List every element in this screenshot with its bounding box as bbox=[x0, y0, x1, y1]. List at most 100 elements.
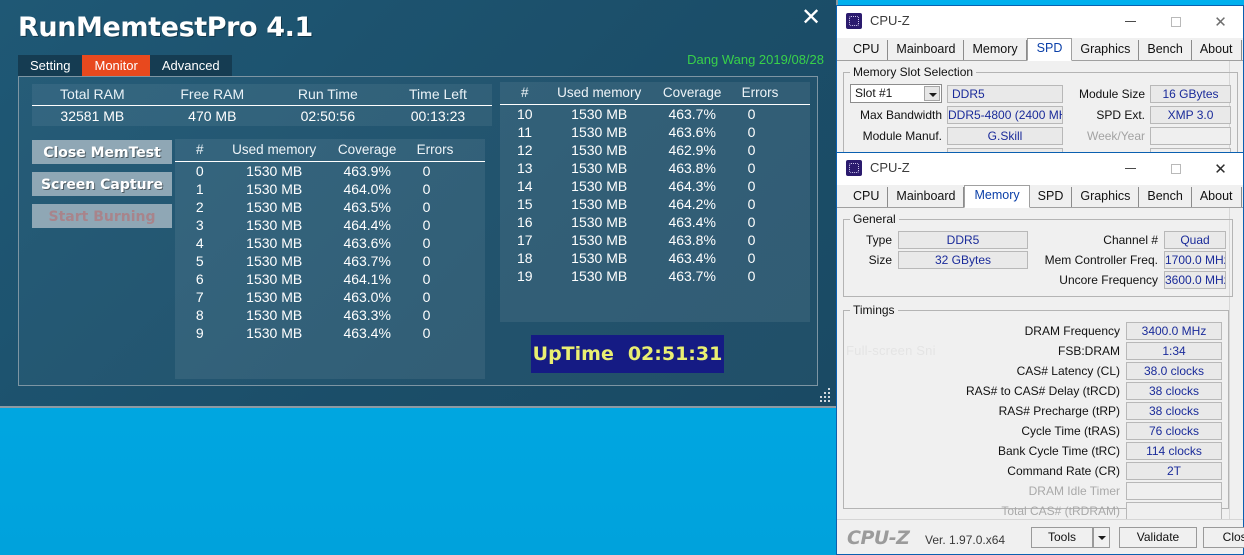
cell-errors: 0 bbox=[422, 289, 431, 305]
tab-graphics[interactable]: Graphics bbox=[1072, 187, 1140, 207]
close-icon[interactable]: ✕ bbox=[798, 6, 824, 32]
cell-index: 6 bbox=[195, 271, 204, 287]
slot-select-value: Slot #1 bbox=[855, 86, 893, 100]
chevron-down-icon[interactable] bbox=[924, 86, 940, 101]
minimize-icon[interactable] bbox=[1108, 153, 1153, 184]
cell-errors: 0 bbox=[422, 235, 431, 251]
cell-used-memory: 1530 MB bbox=[571, 196, 628, 212]
page-title: RunMemtestPro 4.1 bbox=[18, 12, 313, 43]
tools-dropdown-chevron-down-icon[interactable] bbox=[1093, 527, 1110, 548]
table-row: 17 1530 MB 463.8% 0 bbox=[500, 231, 810, 249]
cell-index: 4 bbox=[195, 235, 204, 251]
tab-about[interactable]: About bbox=[1192, 40, 1242, 60]
cell-errors: 0 bbox=[747, 178, 756, 194]
action-button-group: Close MemTest Screen Capture Start Burni… bbox=[32, 140, 172, 236]
tab-graphics[interactable]: Graphics bbox=[1072, 40, 1140, 60]
cell-index: 11 bbox=[517, 124, 533, 140]
cell-coverage: 463.4% bbox=[668, 250, 716, 266]
resize-grip[interactable] bbox=[818, 388, 832, 402]
value-total-ram: 32581 MB bbox=[60, 108, 125, 124]
tab-memory[interactable]: Memory bbox=[964, 185, 1030, 208]
cell-used-memory: 1530 MB bbox=[246, 235, 303, 251]
cpuz-memory-titlebar[interactable]: CPU-Z ✕ bbox=[837, 153, 1243, 185]
timing-value: 38 clocks bbox=[1126, 382, 1222, 400]
tab-memory[interactable]: Memory bbox=[964, 40, 1027, 60]
timing-label: CAS# Latency (CL) bbox=[1016, 364, 1120, 378]
tools-button[interactable]: Tools bbox=[1031, 527, 1093, 548]
timing-value: 1:34 bbox=[1126, 342, 1222, 360]
timing-row: Command Rate (CR) 2T bbox=[850, 461, 1222, 481]
group-title-timings: Timings bbox=[853, 303, 895, 317]
tab-setting[interactable]: Setting bbox=[18, 55, 83, 77]
cell-used-memory: 1530 MB bbox=[246, 325, 303, 341]
cpuz-memory-window-controls: ✕ bbox=[1108, 153, 1243, 184]
results-right-body: 10 1530 MB 463.7% 0 11 1530 MB 463.6% 0 12 1530 M… bbox=[500, 105, 810, 286]
label-max-bandwidth: Max Bandwidth bbox=[859, 107, 942, 122]
table-row: 11 1530 MB 463.6% 0 bbox=[500, 123, 810, 141]
close-icon[interactable]: ✕ bbox=[1198, 6, 1243, 37]
tab-spd[interactable]: SPD bbox=[1030, 187, 1073, 207]
cell-errors: 0 bbox=[747, 124, 756, 140]
tab-advanced[interactable]: Advanced bbox=[149, 55, 232, 77]
cell-coverage: 463.8% bbox=[668, 160, 716, 176]
close-memtest-button[interactable]: Close MemTest bbox=[32, 140, 172, 164]
table-row: 19 1530 MB 463.7% 0 bbox=[500, 267, 810, 285]
summary-header-row: Total RAM Free RAM Run Time Time Left bbox=[32, 84, 492, 106]
slot-select[interactable]: Slot #1 bbox=[850, 84, 942, 103]
cpuz-spd-titlebar[interactable]: CPU-Z ✕ bbox=[837, 6, 1243, 38]
tab-bench[interactable]: Bench bbox=[1139, 40, 1192, 60]
cell-errors: 0 bbox=[747, 214, 756, 230]
col-header-coverage: Coverage bbox=[323, 139, 411, 162]
timing-label: DRAM Frequency bbox=[1024, 324, 1120, 338]
screen-capture-button[interactable]: Screen Capture bbox=[32, 172, 172, 196]
cell-coverage: 463.4% bbox=[668, 214, 716, 230]
cell-errors: 0 bbox=[422, 325, 431, 341]
tab-mainboard[interactable]: Mainboard bbox=[888, 187, 965, 207]
tab-cpu[interactable]: CPU bbox=[845, 187, 889, 207]
cell-index: 15 bbox=[517, 196, 533, 212]
cell-index: 10 bbox=[517, 106, 533, 122]
value-type: DDR5 bbox=[898, 231, 1028, 249]
cell-index: 16 bbox=[517, 214, 533, 230]
tab-monitor[interactable]: Monitor bbox=[82, 55, 150, 77]
module-manuf-row: Module Manuf. G.Skill bbox=[850, 125, 1063, 146]
cell-errors: 0 bbox=[747, 250, 756, 266]
tab-about[interactable]: About bbox=[1192, 187, 1242, 207]
cell-coverage: 464.0% bbox=[343, 181, 391, 197]
close-button[interactable]: Close bbox=[1203, 527, 1244, 548]
col-header-index: # bbox=[500, 82, 550, 105]
cpuz-memory-body: General Type DDR5 Size 32 GBytes Channel… bbox=[837, 208, 1243, 540]
maximize-icon[interactable] bbox=[1153, 6, 1198, 37]
minimize-icon[interactable] bbox=[1108, 6, 1153, 37]
close-icon[interactable]: ✕ bbox=[1198, 153, 1243, 184]
tab-bench[interactable]: Bench bbox=[1139, 187, 1192, 207]
module-type-value: DDR5 bbox=[947, 84, 1063, 103]
cell-index: 7 bbox=[195, 289, 204, 305]
validate-button[interactable]: Validate bbox=[1119, 527, 1197, 548]
cell-used-memory: 1530 MB bbox=[246, 163, 303, 179]
cpuz-spd-content: Memory Slot Selection Slot #1 DDR5 Max B… bbox=[843, 65, 1238, 174]
value-spd-ext: XMP 3.0 bbox=[1150, 105, 1231, 124]
maximize-icon[interactable] bbox=[1153, 153, 1198, 184]
cell-used-memory: 1530 MB bbox=[246, 217, 303, 233]
table-row: 12 1530 MB 462.9% 0 bbox=[500, 141, 810, 159]
col-header-used-memory: Used memory bbox=[549, 82, 649, 105]
cell-errors: 0 bbox=[747, 196, 756, 212]
week-year-row: Week/Year bbox=[1063, 125, 1231, 146]
tab-mainboard[interactable]: Mainboard bbox=[888, 40, 965, 60]
tab-spd[interactable]: SPD bbox=[1026, 38, 1073, 61]
timings-group: Timings Full-screen Sni DRAM Frequency 34… bbox=[843, 303, 1229, 540]
cpuz-memory-window-title: CPU-Z bbox=[870, 160, 910, 175]
label-module-manuf: Module Manuf. bbox=[862, 128, 942, 143]
results-table-right: # Used memory Coverage Errors 10 1530 MB 4… bbox=[500, 82, 810, 322]
general-right-column: Channel # Quad Mem Controller Freq. 1700… bbox=[1028, 230, 1226, 290]
col-header-errors: Errors bbox=[735, 82, 810, 105]
value-module-manuf: G.Skill bbox=[947, 126, 1063, 145]
cell-errors: 0 bbox=[747, 106, 756, 122]
table-row: 0 1530 MB 463.9% 0 bbox=[175, 162, 485, 181]
cpuz-spd-tabstrip: CPU Mainboard Memory SPD Graphics Bench … bbox=[837, 38, 1243, 61]
module-size-row: Module Size 16 GBytes bbox=[1063, 83, 1231, 104]
cell-index: 3 bbox=[195, 217, 204, 233]
timing-label: RAS# Precharge (tRP) bbox=[998, 404, 1120, 418]
tab-cpu[interactable]: CPU bbox=[845, 40, 889, 60]
